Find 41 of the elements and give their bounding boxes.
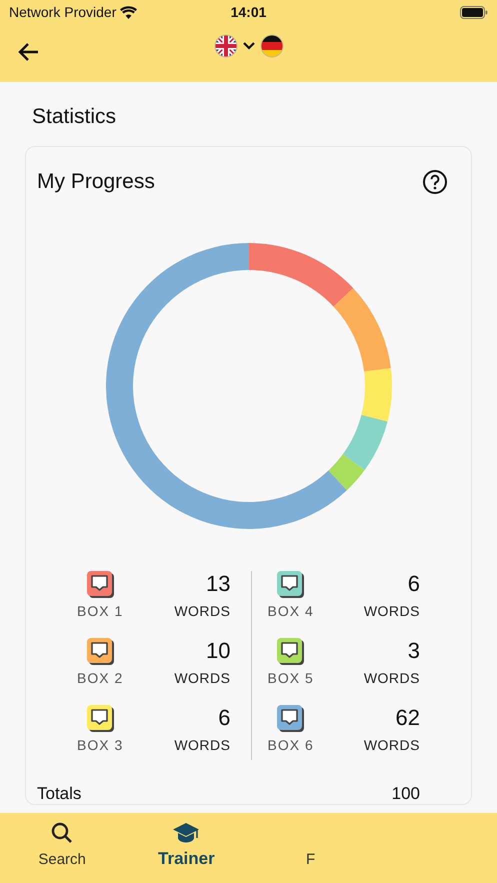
- word-count: 6: [218, 705, 230, 731]
- word-count: 62: [396, 705, 420, 731]
- nav-tab[interactable]: Search: [0, 813, 124, 883]
- words-label: WORDS: [174, 737, 230, 753]
- box-label: BOX 1: [77, 603, 124, 619]
- status-time: 14:01: [230, 4, 266, 20]
- uk-flag-icon[interactable]: [214, 34, 238, 58]
- search-icon: [50, 821, 74, 845]
- words-label: WORDS: [174, 603, 230, 619]
- word-count: 6: [408, 571, 420, 597]
- inbox-icon: [86, 638, 114, 665]
- carrier-name: Network Provider: [9, 4, 116, 20]
- box-label: BOX 2: [77, 670, 124, 686]
- words-label: WORDS: [364, 603, 420, 619]
- help-button[interactable]: [422, 169, 448, 195]
- card-title: My Progress: [37, 170, 155, 194]
- nav-tab[interactable]: F: [248, 813, 373, 883]
- box-label: BOX 6: [268, 737, 314, 753]
- totals-label: Totals: [37, 784, 82, 804]
- page-title: Statistics: [32, 105, 118, 129]
- wifi-icon: [120, 6, 138, 18]
- totals-value: 100: [392, 784, 420, 804]
- nav-tab[interactable]: Trainer: [124, 813, 248, 883]
- words-label: WORDS: [174, 670, 230, 686]
- graduation-cap-icon: [172, 821, 200, 845]
- box-label: BOX 3: [77, 737, 124, 753]
- inbox-icon: [86, 571, 114, 598]
- inbox-icon: [277, 638, 304, 665]
- chevron-down-icon[interactable]: [242, 41, 256, 51]
- word-count: 13: [206, 571, 230, 597]
- words-label: WORDS: [364, 670, 420, 686]
- word-count: 3: [408, 638, 420, 664]
- inbox-icon: [277, 705, 304, 732]
- box-label: BOX 4: [268, 603, 314, 619]
- german-flag-icon[interactable]: [260, 34, 284, 58]
- inbox-icon: [86, 705, 114, 732]
- words-label: WORDS: [364, 737, 420, 753]
- box-label: BOX 5: [268, 670, 314, 686]
- inbox-icon: [277, 571, 304, 598]
- word-count: 10: [206, 638, 230, 664]
- battery-icon: [460, 6, 488, 18]
